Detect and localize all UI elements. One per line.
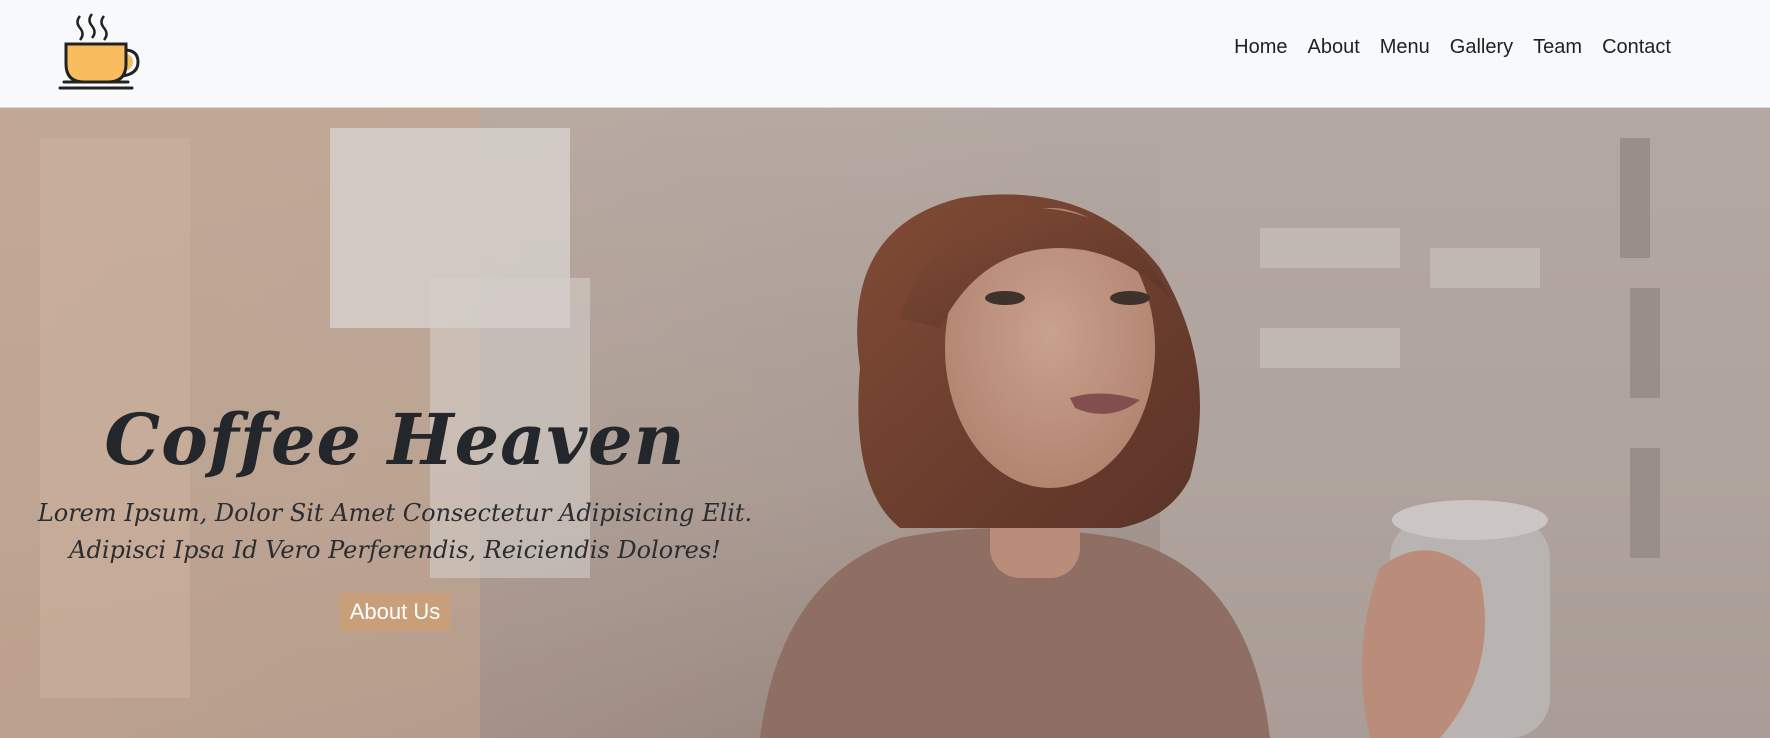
nav-link-gallery[interactable]: Gallery [1450,36,1513,59]
hero-subtitle: Lorem Ipsum, Dolor Sit Amet Consectetur … [0,495,790,569]
hero-subtitle-line-1: Lorem Ipsum, Dolor Sit Amet Consectetur … [37,499,753,527]
about-us-button[interactable]: About Us [339,593,451,631]
nav-link-about[interactable]: About [1308,36,1360,59]
nav-link-contact[interactable]: Contact [1602,36,1671,59]
logo-link[interactable] [56,10,144,94]
nav-link-menu[interactable]: Menu [1380,36,1430,59]
nav-link-home[interactable]: Home [1234,36,1287,59]
hero-title: Coffee Heaven [104,398,686,481]
coffee-cup-icon [58,13,140,90]
navbar: Home About Menu Gallery Team Contact [0,0,1770,108]
hero-subtitle-line-2: Adipisci Ipsa Id Vero Perferendis, Reici… [69,536,721,564]
hero-content: Coffee Heaven Lorem Ipsum, Dolor Sit Ame… [0,398,790,631]
nav-menu: Home About Menu Gallery Team Contact [1234,36,1671,59]
hero-section: Coffee Heaven Lorem Ipsum, Dolor Sit Ame… [0,108,1770,738]
nav-link-team[interactable]: Team [1533,36,1582,59]
